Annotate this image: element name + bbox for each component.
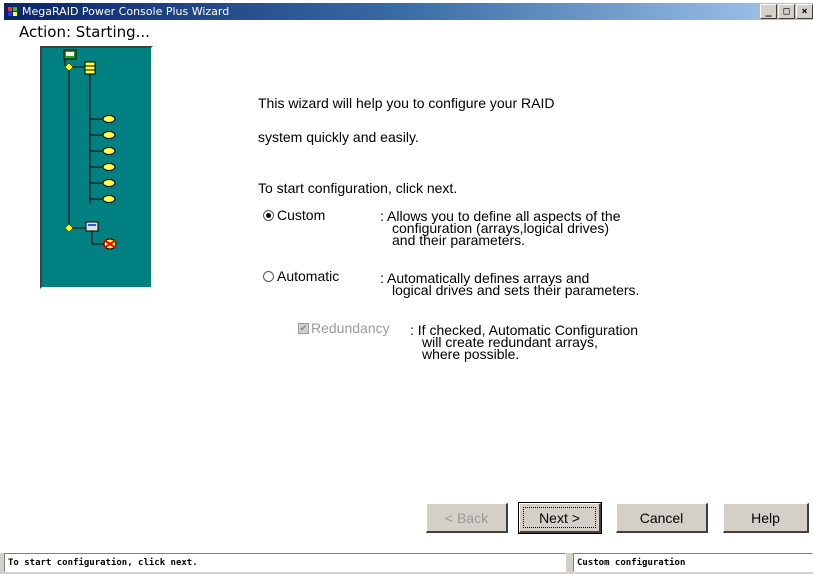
- raid-tree-icon: [63, 49, 117, 250]
- action-label: Action: Starting...: [19, 23, 150, 41]
- status-message: To start configuration, click next.: [4, 553, 566, 572]
- close-button[interactable]: ×: [796, 4, 813, 19]
- start-hint: To start configuration, click next.: [258, 180, 458, 196]
- status-bar: To start configuration, click next. Cust…: [0, 553, 813, 574]
- cancel-button[interactable]: Cancel: [616, 503, 708, 533]
- window-controls: _ □ ×: [759, 4, 813, 19]
- configuration-tree-illustration: [40, 46, 153, 289]
- custom-description: : Allows you to define all aspects of th…: [380, 209, 620, 247]
- intro-line-1: This wizard will help you to configure y…: [258, 95, 555, 111]
- maximize-button[interactable]: □: [778, 4, 795, 19]
- redundancy-description: : If checked, Automatic Configuration wi…: [410, 323, 638, 361]
- redundancy-checkbox[interactable]: ✔ Redundancy: [298, 320, 390, 336]
- window-title: MegaRAID Power Console Plus Wizard: [22, 5, 230, 18]
- help-button[interactable]: Help: [723, 503, 809, 533]
- minimize-button[interactable]: _: [760, 4, 777, 19]
- radio-checked-icon: [263, 209, 274, 221]
- app-icon: [8, 7, 17, 16]
- focus-rectangle: [523, 507, 596, 528]
- title-bar[interactable]: MegaRAID Power Console Plus Wizard _ □ ×: [4, 3, 813, 20]
- automatic-description: : Automatically defines arrays and logic…: [380, 271, 640, 298]
- automatic-radio-label: Automatic: [277, 268, 340, 284]
- wizard-window: MegaRAID Power Console Plus Wizard _ □ ×…: [0, 0, 813, 574]
- custom-radio[interactable]: Custom: [263, 207, 325, 223]
- automatic-description-line: logical drives and sets their parameters…: [392, 282, 640, 298]
- automatic-radio[interactable]: Automatic: [263, 268, 339, 284]
- redundancy-label: Redundancy: [311, 320, 390, 336]
- intro-line-2: system quickly and easily.: [258, 129, 419, 145]
- back-button[interactable]: < Back: [426, 503, 508, 533]
- custom-radio-label: Custom: [277, 207, 326, 223]
- status-mode: Custom configuration: [573, 553, 813, 572]
- next-button[interactable]: Next >: [518, 502, 602, 534]
- radio-unchecked-icon: [263, 270, 274, 282]
- checkmark-icon: ✔: [298, 322, 309, 334]
